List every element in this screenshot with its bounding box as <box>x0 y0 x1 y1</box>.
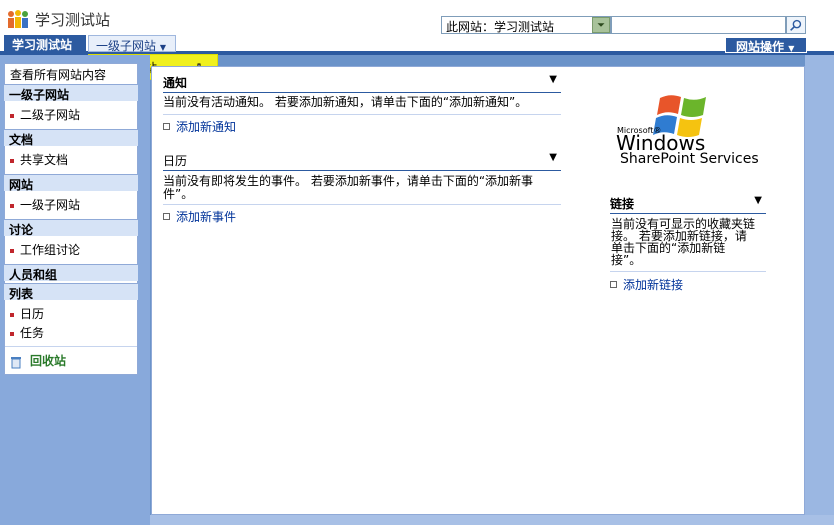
links-title: 链接 <box>610 197 635 211</box>
ql-item-label: 一级子网站 <box>20 198 81 212</box>
tab-subsite[interactable]: 一级子网站 ▼ <box>88 35 176 53</box>
add-event-link[interactable]: 添加新事件 <box>163 208 236 225</box>
ql-header-lists[interactable]: 列表 <box>4 283 138 301</box>
bullet-icon <box>10 331 14 336</box>
ql-header-sites[interactable]: 网站 <box>4 174 138 192</box>
site-actions-menu[interactable]: 网站操作 ▼ <box>725 37 807 54</box>
bullet-icon <box>10 113 14 118</box>
bullet-icon <box>10 158 14 163</box>
site-actions-label: 网站操作 <box>736 40 785 54</box>
tab-home[interactable]: 学习测试站 <box>4 35 86 52</box>
ql-item-label: 任务 <box>20 326 45 340</box>
site-logo-icon <box>8 10 28 28</box>
calendar-title: 日历 <box>163 154 188 168</box>
sharepoint-services-label: SharePoint Services <box>620 151 759 167</box>
ql-item-label: 日历 <box>20 307 45 321</box>
add-event-label: 添加新事件 <box>176 210 237 224</box>
bullet-square-icon <box>163 123 170 130</box>
ql-header-discussions[interactable]: 讨论 <box>4 219 138 237</box>
ql-item-label: 二级子网站 <box>20 108 81 122</box>
calendar-webpart-title[interactable]: 日历 ▼ <box>163 152 561 171</box>
recycle-bin-link[interactable]: 回收站 <box>10 352 66 369</box>
calendar-body: 当前没有即将发生的事件。 若要添加新事件，请单击下面的“添加新事 件”。 <box>163 175 563 201</box>
ql-header-documents[interactable]: 文档 <box>4 129 138 147</box>
ql-item-subsite1[interactable]: 一级子网站 <box>10 196 80 213</box>
webpart-menu-icon[interactable]: ▼ <box>549 74 557 85</box>
announcements-body: 当前没有活动通知。 若要添加新通知，请单击下面的“添加新通知”。 <box>163 95 528 109</box>
site-title[interactable]: 学习测试站 <box>35 9 110 30</box>
search-input[interactable] <box>611 16 786 34</box>
add-link-label: 添加新链接 <box>623 278 684 292</box>
announcements-webpart-title[interactable]: 通知 ▼ <box>163 74 561 93</box>
add-announcement-link[interactable]: 添加新通知 <box>163 118 236 135</box>
webpart-divider <box>163 114 561 115</box>
search-scope-select[interactable]: 此网站：学习测试站 <box>441 16 611 34</box>
ql-item-team-discussion[interactable]: 工作组讨论 <box>10 241 80 258</box>
announcements-title: 通知 <box>163 76 188 90</box>
calendar-body-line1: 当前没有即将发生的事件。 若要添加新事件，请单击下面的“添加新事 <box>163 174 534 188</box>
right-strip <box>805 55 834 525</box>
view-all-site-content-link[interactable]: 查看所有网站内容 <box>10 66 106 83</box>
bullet-square-icon <box>610 281 617 288</box>
chevron-down-icon[interactable] <box>592 17 610 33</box>
links-webpart-title[interactable]: 链接 ▼ <box>610 195 766 214</box>
ql-item-subsite2[interactable]: 二级子网站 <box>10 106 80 123</box>
links-body-line4: 接”。 <box>611 253 642 267</box>
ql-item-tasks[interactable]: 任务 <box>10 324 44 341</box>
webpart-divider <box>610 271 766 272</box>
ql-header-people[interactable]: 人员和组 <box>4 264 138 282</box>
bottom-strip <box>150 515 834 525</box>
search-icon[interactable] <box>786 16 806 34</box>
bullet-icon <box>10 248 14 253</box>
chevron-down-icon: ▼ <box>159 43 166 52</box>
links-body: 当前没有可显示的收藏夹链 接。 若要添加新链接，请 单击下面的“添加新链 接”。 <box>611 218 771 266</box>
ql-item-calendar[interactable]: 日历 <box>10 305 44 322</box>
webpart-menu-icon[interactable]: ▼ <box>549 152 557 163</box>
add-announcement-label: 添加新通知 <box>176 120 237 134</box>
ql-item-label: 共享文档 <box>20 153 69 167</box>
bullet-icon <box>10 312 14 317</box>
tab-subsite-label: 一级子网站 <box>96 39 157 53</box>
recycle-bin-label: 回收站 <box>30 354 67 368</box>
ql-divider <box>5 346 137 347</box>
chevron-down-icon: ▼ <box>788 44 795 53</box>
webpart-menu-icon[interactable]: ▼ <box>754 195 762 206</box>
ql-item-label: 工作组讨论 <box>20 243 81 257</box>
bullet-square-icon <box>163 213 170 220</box>
calendar-body-line2: 件”。 <box>163 187 194 201</box>
ql-item-shared-documents[interactable]: 共享文档 <box>10 151 68 168</box>
add-link-link[interactable]: 添加新链接 <box>610 276 683 293</box>
recycle-bin-icon <box>11 356 21 368</box>
bullet-icon <box>10 203 14 208</box>
webpart-divider <box>163 204 561 205</box>
ql-header-subsite[interactable]: 一级子网站 <box>4 84 138 102</box>
